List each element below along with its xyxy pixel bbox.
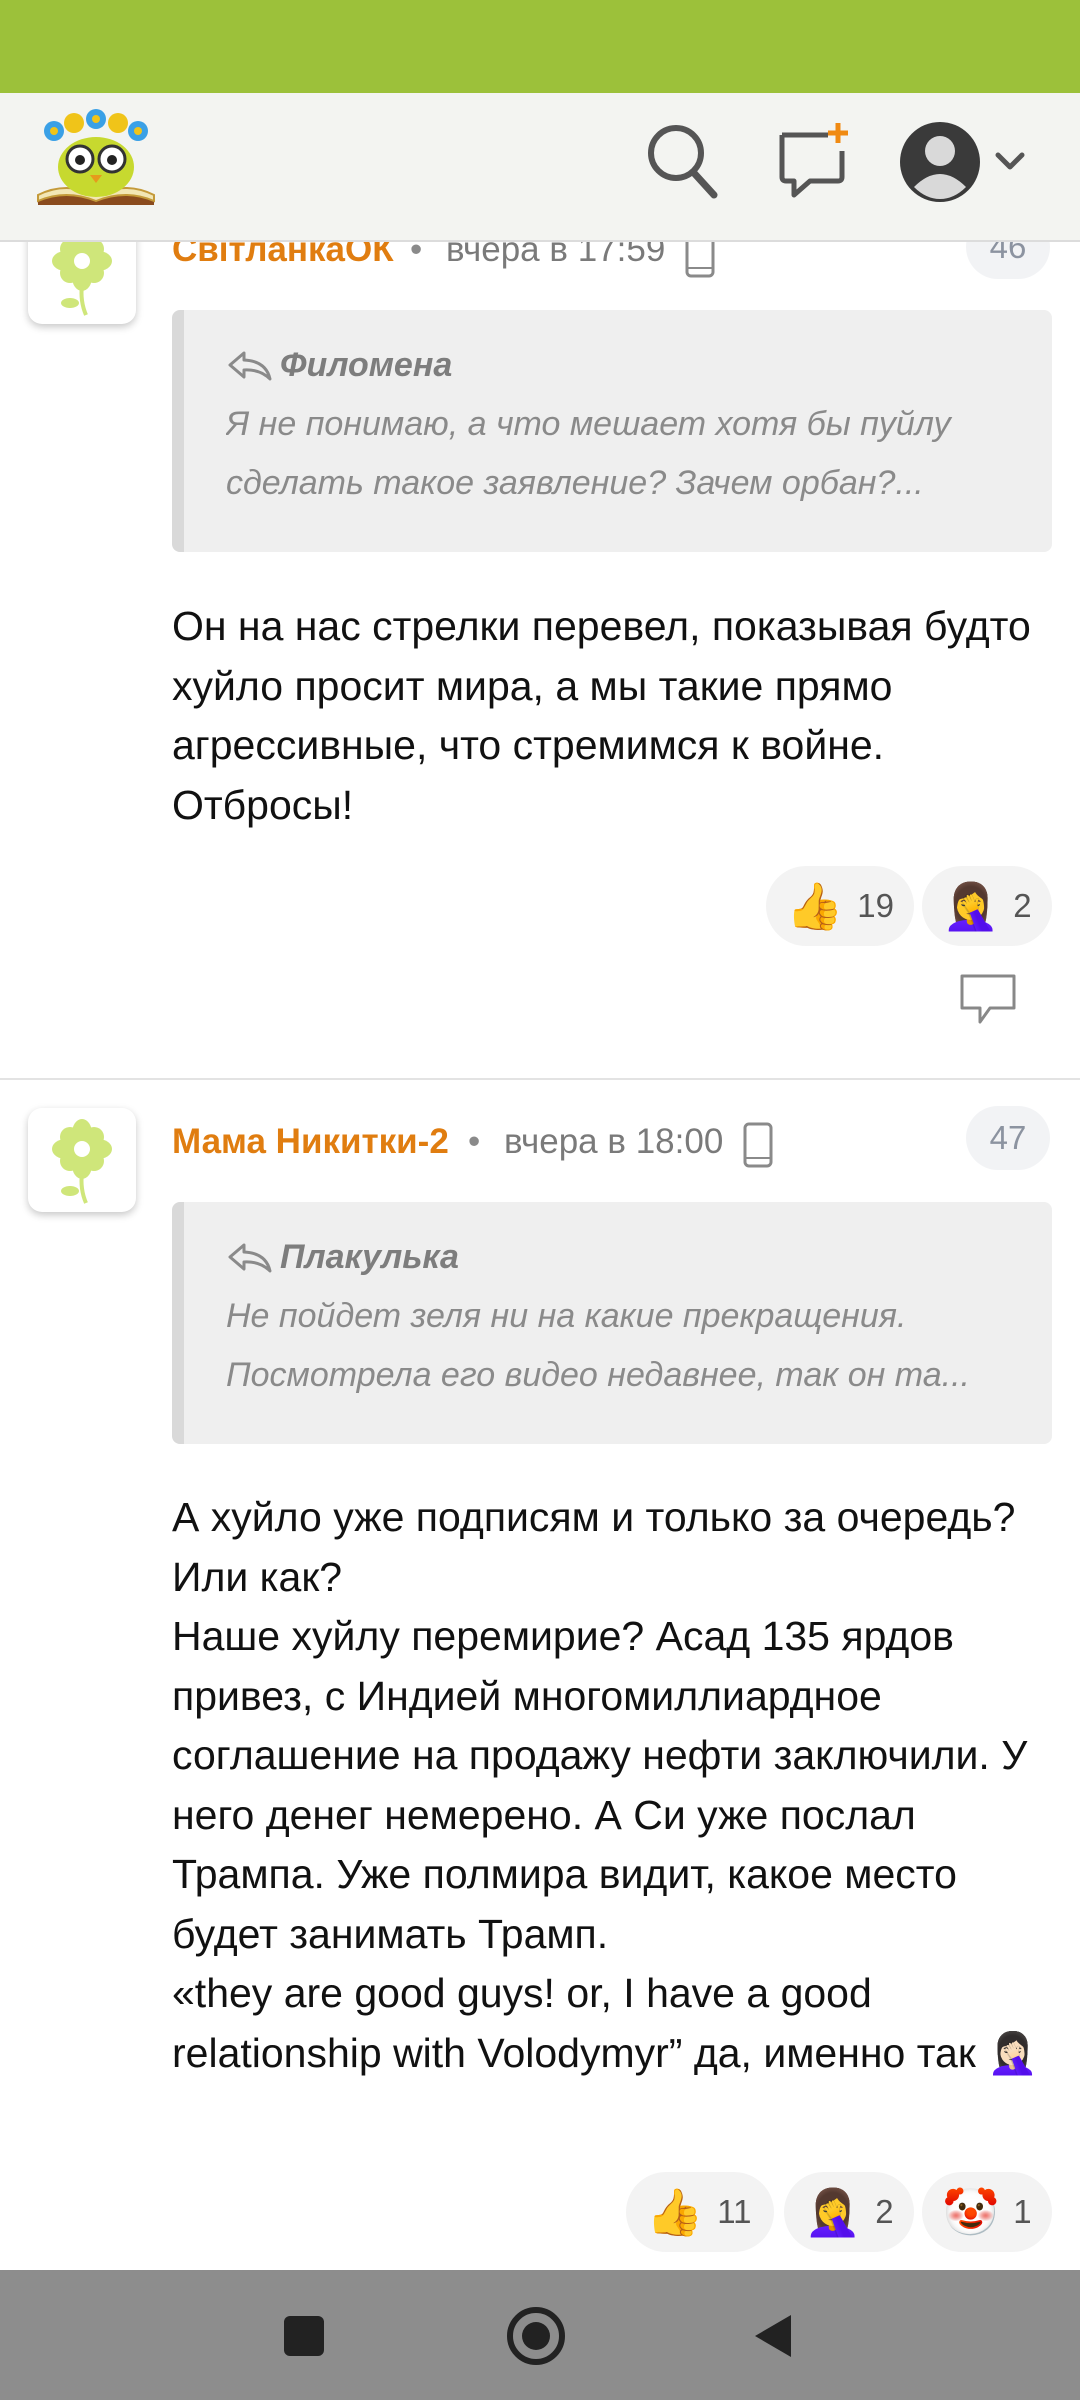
quote-author: Филомена (226, 346, 1012, 385)
quote-author-name: Филомена (280, 346, 453, 384)
comment-number-badge[interactable]: 47 (966, 1106, 1050, 1170)
quoted-reply[interactable]: Филомена Я не понимаю, а что мешает хотя… (172, 310, 1052, 552)
reply-arrow-icon (228, 1243, 272, 1272)
comment-time: вчера в 18:00 (504, 1122, 724, 1161)
new-message-icon[interactable] (776, 121, 852, 201)
profile-menu-button[interactable] (900, 117, 1040, 207)
comment-text: Он на нас стрелки перевел, показывая буд… (172, 603, 1031, 828)
comment-divider (0, 1078, 1080, 1080)
home-button[interactable] (500, 2300, 572, 2372)
quoted-reply[interactable]: Плакулька Не пойдет зеля ни на какие пре… (172, 1202, 1052, 1444)
reply-comment-icon[interactable] (958, 972, 1018, 1028)
reaction-count: 2 (875, 2193, 894, 2230)
mobile-device-icon (743, 1122, 773, 1168)
quote-author-name: Плакулька (280, 1238, 459, 1276)
reaction-like-button[interactable]: 👍 11 (626, 2172, 774, 2252)
facepalm-icon: 🤦‍♀️ (942, 880, 1000, 932)
app-header (0, 93, 1080, 242)
comment-text: А хуйло уже подписям и только за очередь… (172, 1494, 1039, 2076)
user-avatar[interactable] (28, 1108, 136, 1212)
thumbs-up-icon: 👍 (646, 2186, 704, 2238)
search-icon[interactable] (644, 121, 720, 201)
quote-author: Плакулька (226, 1238, 1012, 1277)
separator-dot: • (468, 1122, 481, 1161)
quote-text: Я не понимаю, а что мешает хотя бы пуйлу… (226, 395, 1012, 513)
facepalm-icon: 🤦‍♀️ (804, 2186, 862, 2238)
reaction-count: 19 (857, 887, 894, 924)
comment-feed[interactable]: СвітланкаОК • вчера в 17:59 46 Филомена … (0, 0, 1080, 2270)
quote-line: Я не понимаю, а что мешает хотя бы пуйлу (226, 405, 951, 443)
quote-line: сделать такое заявление? Зачем орбан?... (226, 464, 924, 502)
thumbs-up-icon: 👍 (786, 880, 844, 932)
chevron-down-icon (995, 152, 1025, 170)
square-icon (284, 2316, 324, 2356)
back-triangle-icon (755, 2315, 791, 2357)
quote-line: Посмотрела его видео недавнее, так он та… (226, 1356, 970, 1394)
book-owl-logo-icon[interactable] (32, 109, 160, 221)
system-nav-bar (0, 2270, 1080, 2400)
reaction-count: 1 (1013, 2193, 1032, 2230)
comment-author[interactable]: Мама Никитки-2 (172, 1122, 449, 1162)
quote-line: Не пойдет зеля ни на какие прекращения. (226, 1297, 907, 1335)
clown-icon: 🤡 (942, 2186, 1000, 2238)
reaction-count: 2 (1013, 887, 1032, 924)
reaction-clown-button[interactable]: 🤡 1 (922, 2172, 1052, 2252)
reaction-count: 11 (717, 2193, 752, 2230)
home-circle-icon (507, 2307, 565, 2365)
avatar-icon (900, 122, 1025, 202)
reply-arrow-icon (228, 351, 272, 380)
comment-meta: • вчера в 18:00 (468, 1122, 723, 1162)
reaction-facepalm-button[interactable]: 🤦‍♀️ 2 (922, 866, 1052, 946)
reaction-facepalm-button[interactable]: 🤦‍♀️ 2 (784, 2172, 914, 2252)
back-button[interactable] (736, 2300, 808, 2372)
recent-apps-button[interactable] (268, 2300, 340, 2372)
flower-avatar-icon (52, 1119, 112, 1204)
quote-text: Не пойдет зеля ни на какие прекращения. … (226, 1287, 1012, 1405)
reaction-like-button[interactable]: 👍 19 (766, 866, 914, 946)
